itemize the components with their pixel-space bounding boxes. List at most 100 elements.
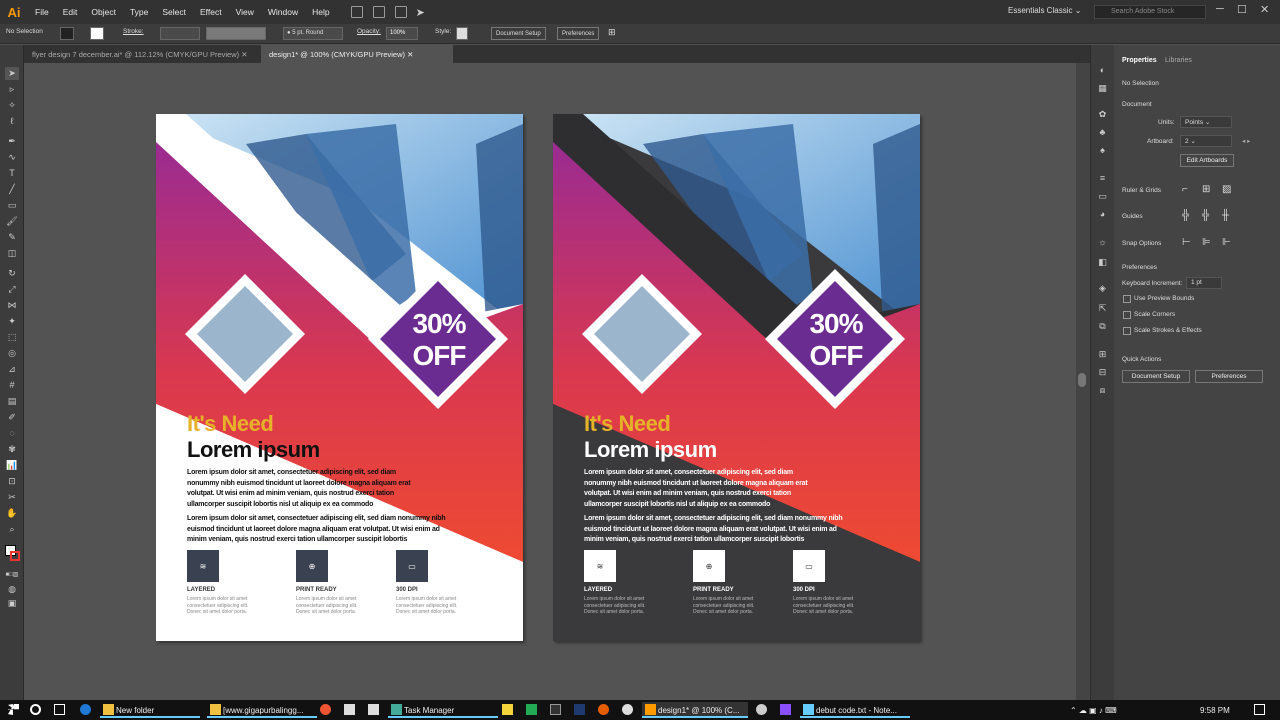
puppet-warp-icon[interactable]: ✦	[5, 315, 19, 328]
close-icon[interactable]: ✕	[1260, 3, 1269, 16]
hand-tool-icon[interactable]: ✋	[5, 507, 19, 520]
edit-artboards-button[interactable]: Edit Artboards	[1180, 154, 1234, 167]
menu-view[interactable]: View	[229, 7, 261, 17]
fill-swatch[interactable]	[60, 27, 74, 40]
taskbar-explorer[interactable]: [www.gigapurbalingg...	[207, 702, 317, 718]
menu-window[interactable]: Window	[261, 7, 305, 17]
arrange-documents-icon[interactable]	[394, 6, 407, 18]
draw-mode-icon[interactable]: ◍	[5, 583, 19, 596]
stroke-label[interactable]: Stroke:	[123, 28, 144, 35]
stroke-weight-field[interactable]	[160, 27, 200, 40]
search-icon[interactable]	[30, 704, 41, 715]
graphic-style-swatch[interactable]	[456, 27, 468, 40]
clock[interactable]: 9:58 PM	[1200, 702, 1234, 718]
tab-flyer-design[interactable]: flyer design 7 december.ai* @ 112.12% (C…	[24, 45, 260, 63]
menu-edit[interactable]: Edit	[56, 7, 85, 17]
edge-icon[interactable]	[80, 704, 91, 715]
menu-help[interactable]: Help	[305, 7, 336, 17]
symbols-icon[interactable]: ♣	[1096, 127, 1109, 139]
premiere-icon[interactable]	[780, 704, 791, 715]
type-tool-icon[interactable]: T	[5, 167, 19, 180]
eyedropper-icon[interactable]: ✐	[5, 411, 19, 424]
task-view-icon[interactable]	[54, 704, 65, 715]
graphic-styles-icon[interactable]: ☼	[1096, 237, 1109, 249]
send-icon[interactable]: ➤	[416, 6, 425, 19]
magic-wand-icon[interactable]: ✧	[5, 99, 19, 112]
lock-guides-icon[interactable]: ╬	[1202, 210, 1209, 221]
color-panel-icon[interactable]: ◐	[1096, 65, 1109, 77]
windows-start-icon[interactable]	[8, 704, 19, 715]
rulers-icon[interactable]: ⌐	[1182, 184, 1188, 195]
stock-search-input[interactable]: Search Adobe Stock	[1094, 5, 1206, 19]
transparency-icon[interactable]: ▭	[1096, 191, 1109, 203]
photoshop-icon[interactable]	[574, 704, 585, 715]
shape-builder-icon[interactable]: ◎	[5, 347, 19, 360]
shaper-tool-icon[interactable]: ✎	[5, 231, 19, 244]
scale-strokes-checkbox[interactable]	[1123, 327, 1131, 335]
snap-to-pixel-icon[interactable]: ⊩	[1222, 237, 1231, 248]
align-icon[interactable]: ⊞	[608, 27, 616, 38]
document-setup-button[interactable]: Document Setup	[491, 27, 546, 40]
direct-selection-tool-icon[interactable]: ▹	[5, 83, 19, 96]
paintbrush-icon[interactable]: 🖌	[5, 215, 19, 228]
units-select[interactable]: Points ⌄	[1180, 116, 1232, 128]
artboard-tool-icon[interactable]: ⊡	[5, 475, 19, 488]
tray-icons[interactable]: ⌃ ☁ ▣ ♪ ⌨	[1070, 702, 1160, 718]
scale-corners-checkbox[interactable]	[1123, 311, 1131, 319]
tab-design1[interactable]: design1* @ 100% (CMYK/GPU Preview) ✕	[261, 45, 453, 63]
artboard-dark[interactable]: 30% OFF It's Need Lorem ipsum Lorem ipsum…	[553, 114, 920, 641]
variable-width-profile[interactable]	[206, 27, 266, 40]
transform-panel-icon[interactable]: ⧈	[1096, 385, 1109, 397]
perspective-grid-icon[interactable]: ⊿	[5, 363, 19, 376]
sticky-notes-icon[interactable]	[502, 704, 513, 715]
selection-tool-icon[interactable]: ➤	[5, 67, 19, 80]
appearance-icon[interactable]: ◕	[1096, 209, 1109, 221]
artboard-light[interactable]: 30% OFF It's Need Lorem ipsum Lorem ipsum…	[156, 114, 523, 641]
grid-icon[interactable]: ⊞	[1202, 184, 1210, 195]
app-icon[interactable]	[550, 704, 561, 715]
keyboard-increment-field[interactable]: 1 pt	[1186, 277, 1222, 289]
preview-bounds-checkbox[interactable]	[1123, 295, 1131, 303]
mail-icon[interactable]	[368, 704, 379, 715]
swatches-icon[interactable]: ▦	[1096, 83, 1109, 95]
preferences-button[interactable]: Preferences	[557, 27, 600, 40]
menu-object[interactable]: Object	[84, 7, 123, 17]
menu-type[interactable]: Type	[123, 7, 155, 17]
pen-tool-icon[interactable]: ✒	[5, 135, 19, 148]
curvature-tool-icon[interactable]: ∿	[5, 151, 19, 164]
store-icon[interactable]	[344, 704, 355, 715]
gradient-panel-icon[interactable]: ≡	[1096, 173, 1109, 185]
chrome-icon[interactable]	[320, 704, 331, 715]
snap-to-point-icon[interactable]: ⊢	[1182, 237, 1191, 248]
menu-select[interactable]: Select	[155, 7, 193, 17]
scale-tool-icon[interactable]: ⤢	[5, 283, 19, 296]
vertical-scrollbar[interactable]	[1076, 63, 1090, 700]
rectangle-tool-icon[interactable]: ▭	[5, 199, 19, 212]
gradient-tool-icon[interactable]: ▤	[5, 395, 19, 408]
snap-to-grid-icon[interactable]: ⊫	[1202, 237, 1211, 248]
blend-tool-icon[interactable]: ◌	[5, 427, 19, 440]
minimize-icon[interactable]: ─	[1216, 3, 1224, 15]
brush-definition[interactable]: ● 5 pt. Round	[283, 27, 343, 40]
line-tool-icon[interactable]: ╱	[5, 183, 19, 196]
slice-tool-icon[interactable]: ✂	[5, 491, 19, 504]
menu-file[interactable]: File	[28, 7, 56, 17]
artboards-panel-icon[interactable]: ◈	[1096, 283, 1109, 295]
stock-icon[interactable]	[372, 6, 385, 18]
app2-icon[interactable]	[622, 704, 633, 715]
taskbar-task-manager[interactable]: Task Manager	[388, 702, 498, 718]
menu-effect[interactable]: Effect	[193, 7, 229, 17]
notifications-icon[interactable]	[1254, 704, 1265, 715]
firefox-icon[interactable]	[598, 704, 609, 715]
eraser-icon[interactable]: ◫	[5, 247, 19, 260]
stroke-panel-icon[interactable]: ♠	[1096, 145, 1109, 157]
symbol-sprayer-icon[interactable]: ✾	[5, 443, 19, 456]
maximize-icon[interactable]: ☐	[1237, 3, 1247, 16]
app3-icon[interactable]	[756, 704, 767, 715]
free-transform-icon[interactable]: ⬚	[5, 331, 19, 344]
artboard-nav-arrows[interactable]: ◂ ▸	[1242, 137, 1250, 145]
taskbar-illustrator[interactable]: design1* @ 100% (C...	[642, 702, 748, 718]
mesh-tool-icon[interactable]: #	[5, 379, 19, 392]
pathfinder-icon[interactable]: ⊟	[1096, 367, 1109, 379]
document-setup-button[interactable]: Document Setup	[1122, 370, 1190, 383]
